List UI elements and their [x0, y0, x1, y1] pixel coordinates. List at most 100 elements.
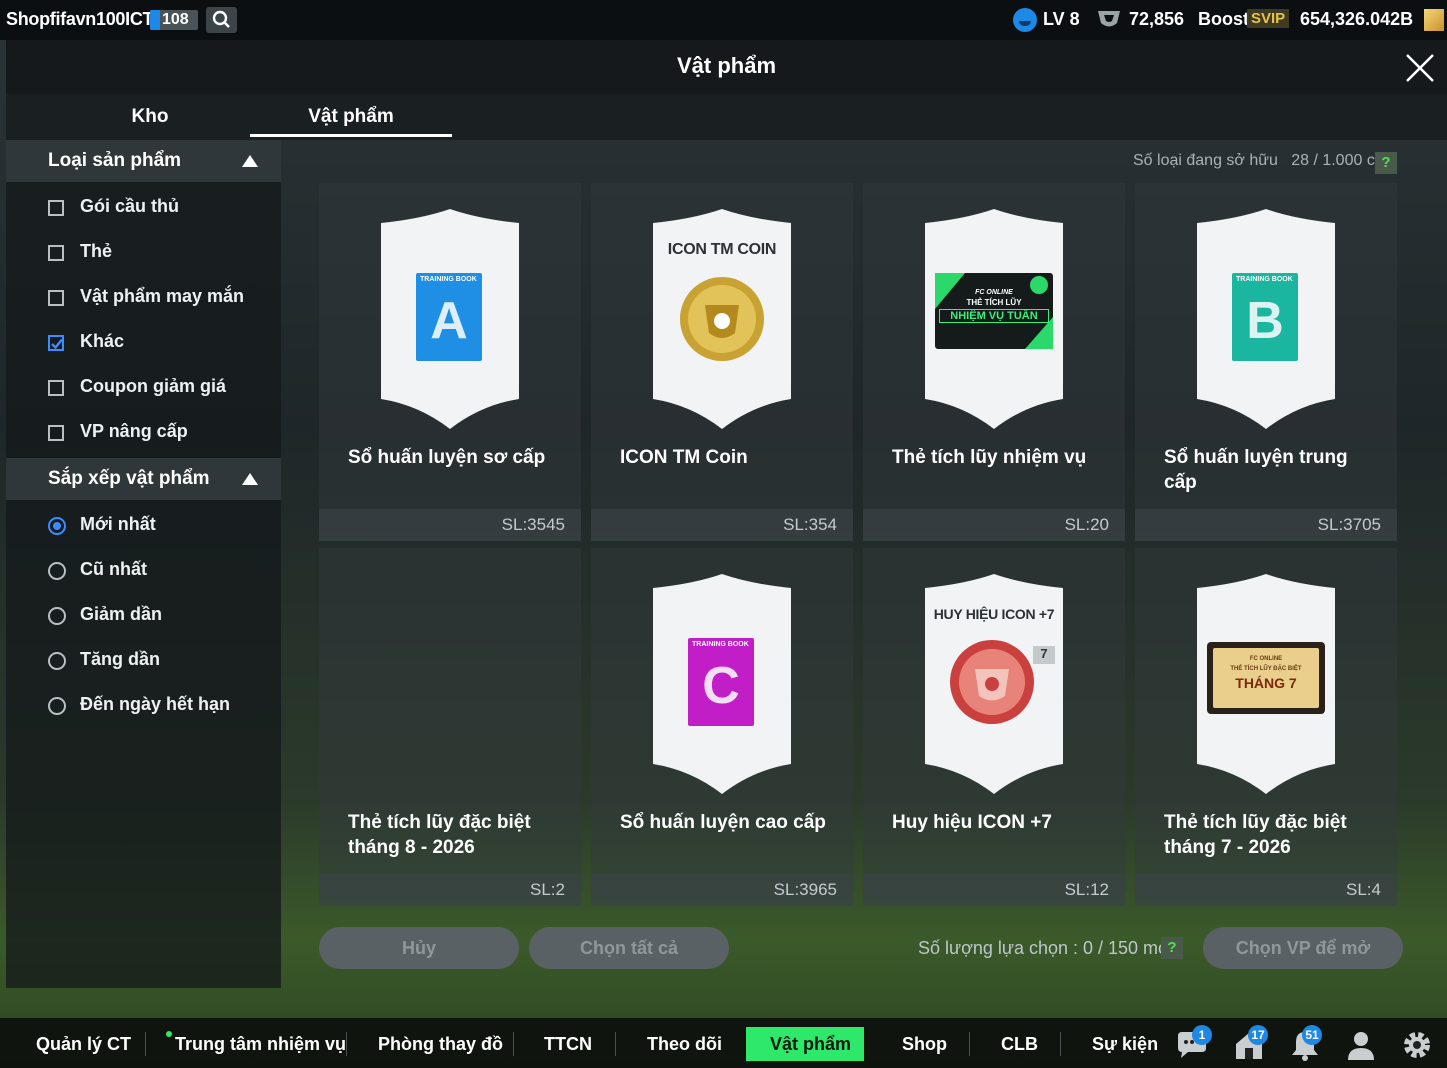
help-icon[interactable]: ?: [1161, 937, 1183, 959]
search-button[interactable]: [206, 7, 237, 33]
checkbox[interactable]: [48, 245, 64, 261]
search-icon: [212, 10, 230, 28]
book-label: TRAINING BOOK: [692, 641, 749, 648]
nav-theo-doi[interactable]: Theo dõi: [647, 1034, 722, 1055]
sort-label: Cũ nhất: [80, 559, 147, 579]
tab-bar: Kho Vật phẩm: [6, 94, 1447, 140]
nav-ttcn[interactable]: TTCN: [544, 1034, 592, 1055]
mission-line2: NHIỆM VỤ TUẦN: [939, 309, 1049, 323]
checkbox[interactable]: [48, 425, 64, 441]
nav-divider: [346, 1032, 347, 1056]
active-tab-indicator: [250, 134, 452, 137]
checkbox-checked[interactable]: [48, 335, 64, 351]
book-letter: A: [430, 292, 468, 350]
item-name: Thẻ tích lũy nhiệm vụ: [892, 447, 1087, 468]
book-label: TRAINING BOOK: [420, 276, 477, 283]
help-icon[interactable]: ?: [1375, 152, 1397, 174]
open-items-button[interactable]: Chọn VP để mở: [1203, 927, 1403, 969]
item-name: Sổ huấn luyện cao cấp: [620, 812, 826, 833]
item-footer: SL:3965: [591, 874, 853, 906]
account-level-badge: 108: [150, 10, 198, 30]
level-text: LV 8: [1043, 9, 1080, 29]
sort-label: Mới nhất: [80, 514, 156, 534]
balance-text: 654,326.042B: [1300, 9, 1414, 29]
item-card[interactable]: TRAINING BOOK B Sổ huấn luyện trung cấp …: [1135, 183, 1397, 541]
item-footer: SL:20: [863, 509, 1125, 541]
mission-line1: THẺ TÍCH LŨY: [966, 298, 1022, 307]
radio[interactable]: [48, 652, 66, 670]
sort-section-header[interactable]: Sắp xếp vật phẩm: [6, 458, 281, 500]
book-cover: TRAINING BOOK A: [416, 273, 482, 361]
radio[interactable]: [48, 607, 66, 625]
book-letter: B: [1246, 292, 1284, 350]
sort-label: Giảm dần: [80, 604, 163, 624]
item-qty: SL:354: [783, 515, 837, 534]
item-footer: SL:3545: [319, 509, 581, 541]
checkbox[interactable]: [48, 380, 64, 396]
gear-icon[interactable]: [1400, 1028, 1434, 1062]
icon-badge-icon: HUY HIỆU ICON +7 7: [925, 574, 1063, 794]
icon-tm-coin-icon: ICON TM COIN: [653, 209, 791, 429]
nav-vat-pham[interactable]: Vật phẩm: [770, 1034, 851, 1055]
radio-selected[interactable]: [48, 517, 66, 535]
item-card[interactable]: HUY HIỆU ICON +7 7 Huy hiệu ICON +7 SL:1…: [863, 548, 1125, 906]
nav-shop[interactable]: Shop: [902, 1034, 947, 1055]
item-card[interactable]: FC ONLINE THẺ TÍCH LŨY NHIỆM VỤ TUẦN Thẻ…: [863, 183, 1125, 541]
item-qty: SL:2: [530, 880, 565, 899]
modal-title: Vật phẩm: [676, 53, 777, 78]
owned-label: Số loại đang sở hữu: [1133, 152, 1278, 169]
mission-brand: FC ONLINE: [975, 289, 1013, 296]
svip-badge: SVIP: [1247, 9, 1290, 28]
checkbox[interactable]: [48, 290, 64, 306]
nav-su-kien[interactable]: Sự kiện: [1092, 1034, 1158, 1055]
profile-icon[interactable]: [1344, 1028, 1378, 1062]
item-qty: SL:3965: [773, 880, 837, 899]
filter-section-header[interactable]: Loại sản phẩm: [6, 140, 281, 182]
item-qty: SL:3545: [501, 515, 565, 534]
select-all-button[interactable]: Chọn tất cả: [529, 927, 729, 969]
trophy-icon: [1098, 11, 1120, 27]
radio[interactable]: [48, 697, 66, 715]
coin-icon: [1424, 9, 1444, 31]
notification-dot: [166, 1031, 172, 1037]
filter-label: Coupon giảm giá: [80, 376, 226, 396]
nav-trung-tam-nhiem-vu[interactable]: Trung tâm nhiệm vụ: [175, 1034, 346, 1055]
sort-section-title: Sắp xếp vật phẩm: [48, 468, 210, 489]
item-card[interactable]: ICON TM COIN ICON TM Coin SL:354: [591, 183, 853, 541]
caret-up-icon: [242, 155, 258, 167]
training-book-c-icon: TRAINING BOOK C: [653, 574, 791, 794]
cancel-button[interactable]: Hủy: [319, 927, 519, 969]
item-card[interactable]: Thẻ tích lũy đặc biệt tháng 8 - 2026 SL:…: [319, 548, 581, 906]
tab-vat-pham[interactable]: Vật phẩm: [251, 106, 451, 128]
account-badge-text: 108: [162, 11, 189, 28]
item-card[interactable]: TRAINING BOOK C Sổ huấn luyện cao cấp SL…: [591, 548, 853, 906]
filter-label: Gói cầu thủ: [80, 196, 179, 216]
item-qty: SL:4: [1346, 880, 1381, 899]
item-card[interactable]: FC ONLINE THẺ TÍCH LŨY ĐẶC BIỆT THÁNG 7 …: [1135, 548, 1397, 906]
item-footer: SL:12: [863, 874, 1125, 906]
account-name[interactable]: Shopfifavn100ICT: [6, 9, 154, 30]
close-icon[interactable]: [1404, 52, 1436, 84]
chat-badge: 1: [1192, 1025, 1212, 1045]
coin-card-label: ICON TM COIN: [667, 241, 777, 258]
item-qty: SL:12: [1064, 880, 1109, 899]
filter-label: Vật phẩm may mắn: [80, 286, 245, 306]
item-name: Thẻ tích lũy đặc biệt tháng 7 - 2026: [1164, 812, 1347, 858]
nav-divider: [513, 1032, 514, 1056]
filter-section-title: Loại sản phẩm: [48, 150, 182, 171]
item-card[interactable]: TRAINING BOOK A Sổ huấn luyện sơ cấp SL:…: [319, 183, 581, 541]
tab-kho[interactable]: Kho: [50, 106, 250, 128]
checkbox[interactable]: [48, 200, 64, 216]
nav-phong-thay-do[interactable]: Phòng thay đồ: [378, 1034, 503, 1055]
nav-clb[interactable]: CLB: [1001, 1034, 1038, 1055]
radio[interactable]: [48, 562, 66, 580]
nav-divider: [615, 1032, 616, 1056]
item-footer: SL:3705: [1135, 509, 1397, 541]
sort-label: Tăng dần: [80, 649, 160, 669]
item-qty: SL:3705: [1317, 515, 1381, 534]
boost-label: Boost: [1198, 9, 1249, 29]
modal-header: Vật phẩm: [6, 40, 1447, 94]
nav-quan-ly-ct[interactable]: Quản lý CT: [36, 1034, 131, 1055]
badge-card-label: HUY HIỆU ICON +7: [933, 606, 1055, 622]
owned-value: 28 / 1.000 cái: [1291, 152, 1388, 169]
